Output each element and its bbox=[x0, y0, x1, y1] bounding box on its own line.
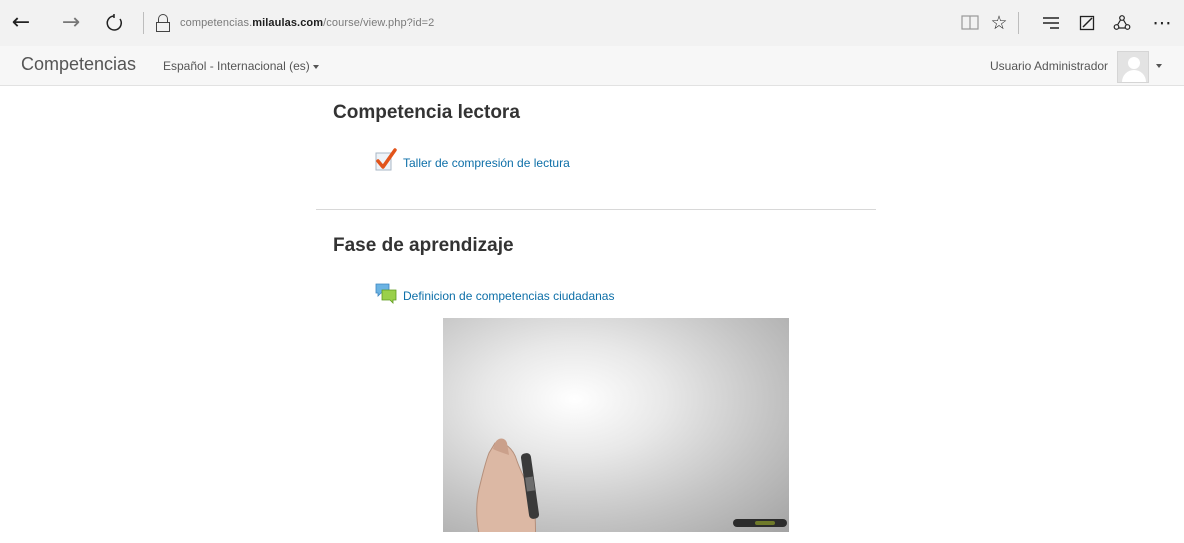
section-title: Competencia lectora bbox=[333, 102, 520, 123]
browser-toolbar: ← → competencias.milaulas.com/course/vie… bbox=[0, 0, 1184, 46]
toolbar-separator bbox=[143, 12, 144, 34]
activity-item[interactable]: Taller de compresión de lectura bbox=[375, 148, 570, 177]
user-name[interactable]: Usuario Administrador bbox=[990, 59, 1108, 73]
forum-icon bbox=[375, 282, 397, 309]
marker-illustration bbox=[733, 519, 787, 527]
user-menu-caret-icon[interactable] bbox=[1156, 64, 1162, 68]
section-divider bbox=[316, 209, 876, 210]
forward-arrow-icon[interactable]: → bbox=[59, 11, 83, 35]
address-bar[interactable]: competencias.milaulas.com/course/view.ph… bbox=[156, 11, 434, 35]
toolbar-separator bbox=[1018, 12, 1019, 34]
star-icon[interactable]: ☆ bbox=[987, 11, 1011, 35]
hub-icon[interactable] bbox=[1039, 11, 1063, 35]
hand-drawing-illustration bbox=[476, 438, 540, 532]
quiz-icon bbox=[375, 148, 397, 177]
language-label: Español - Internacional (es) bbox=[163, 59, 310, 73]
activity-link[interactable]: Taller de compresión de lectura bbox=[403, 156, 570, 170]
site-brand[interactable]: Competencias bbox=[21, 54, 136, 75]
web-note-icon[interactable] bbox=[1075, 11, 1099, 35]
lock-icon bbox=[156, 14, 170, 32]
reading-view-icon[interactable] bbox=[958, 11, 982, 35]
back-arrow-icon[interactable]: ← bbox=[9, 11, 33, 35]
site-navbar: Competencias Español - Internacional (es… bbox=[0, 46, 1184, 86]
share-icon[interactable] bbox=[1110, 11, 1134, 35]
url-text: competencias.milaulas.com/course/view.ph… bbox=[180, 17, 435, 29]
section-title: Fase de aprendizaje bbox=[333, 235, 514, 256]
embedded-video[interactable] bbox=[443, 318, 789, 532]
caret-down-icon bbox=[312, 64, 319, 69]
activity-link[interactable]: Definicion de competencias ciudadanas bbox=[403, 289, 614, 303]
refresh-icon[interactable] bbox=[102, 11, 126, 35]
avatar[interactable] bbox=[1117, 51, 1149, 83]
activity-item[interactable]: Definicion de competencias ciudadanas bbox=[375, 282, 614, 309]
more-icon[interactable]: ⋯ bbox=[1150, 11, 1174, 35]
language-menu[interactable]: Español - Internacional (es) bbox=[163, 59, 319, 73]
